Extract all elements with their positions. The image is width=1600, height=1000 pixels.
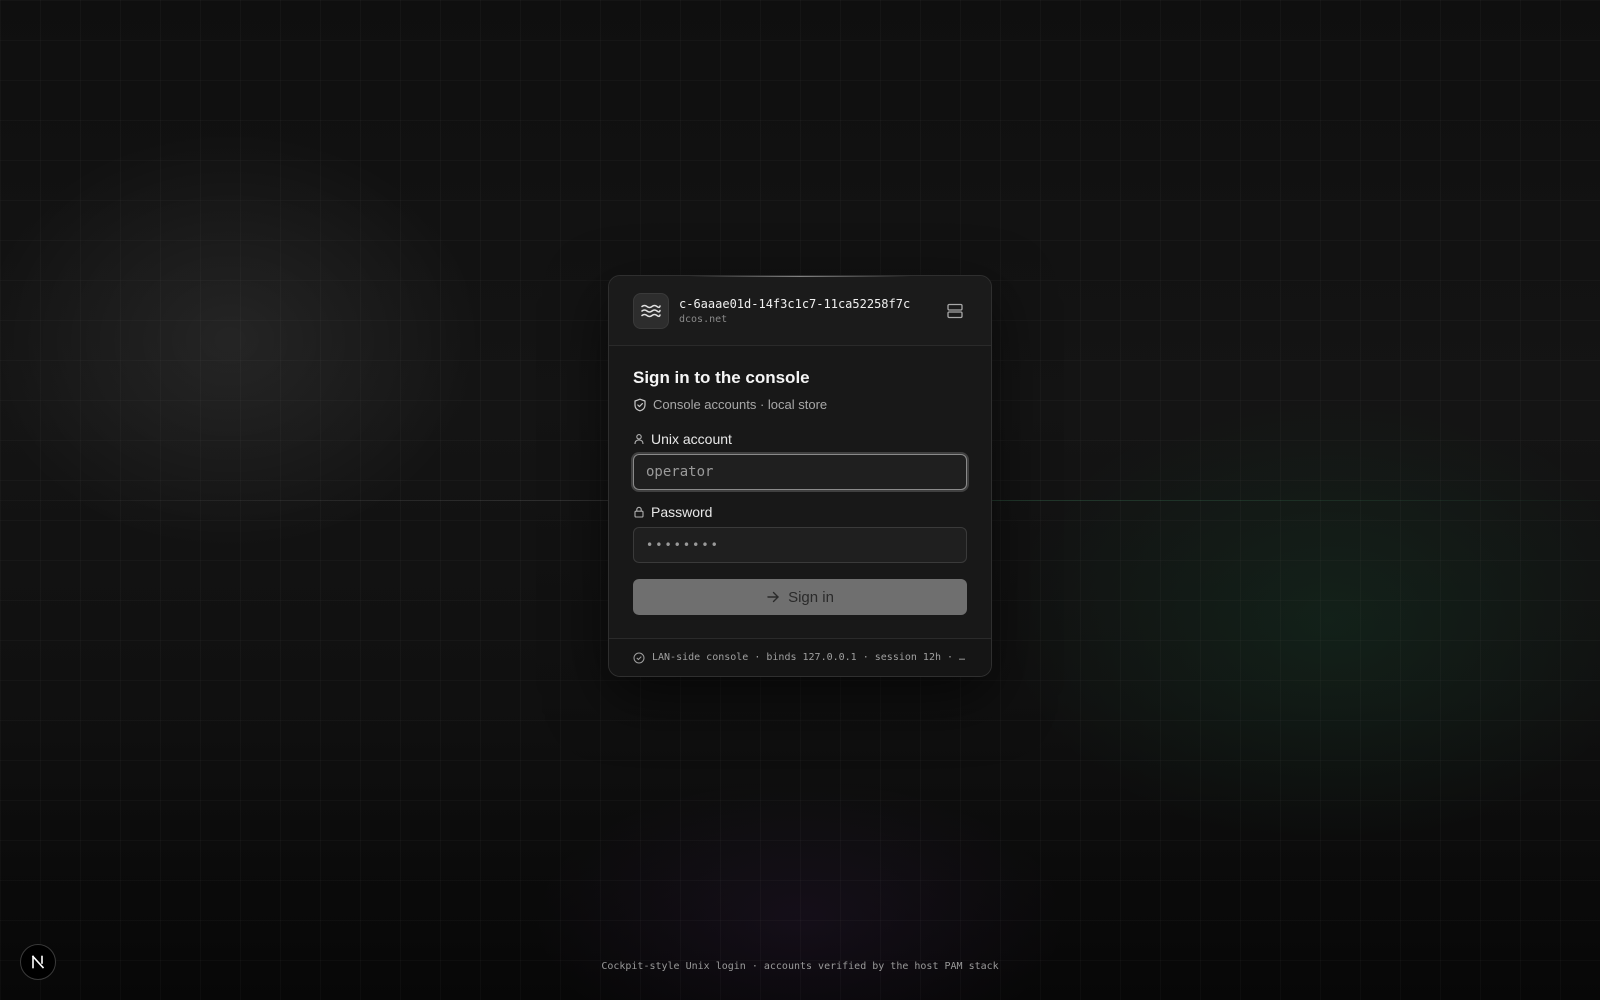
card-top-glow [689,276,911,277]
login-card: c-6aaae01d-14f3c1c7-11ca52258f7c dcos.ne… [608,275,992,677]
nextjs-badge[interactable] [20,944,56,980]
username-label: Unix account [633,431,967,447]
n-logo-icon [31,955,45,969]
card-body: Sign in to the console Console accounts … [609,346,991,615]
host-logo [633,292,669,329]
host-name: c-6aaae01d-14f3c1c7-11ca52258f7c [679,296,911,311]
page-footer: Cockpit-style Unix login · accounts veri… [601,961,999,972]
host-info: c-6aaae01d-14f3c1c7-11ca52258f7c dcos.ne… [679,297,935,325]
username-placeholder: operator [646,464,714,480]
card-footer-text: LAN-side console · binds 127.0.0.1 · ses… [652,652,967,663]
sign-in-button[interactable]: Sign in [633,579,967,615]
sign-in-label: Sign in [788,588,834,606]
lock-icon [634,506,644,518]
username-label-text: Unix account [651,431,732,447]
card-header: c-6aaae01d-14f3c1c7-11ca52258f7c dcos.ne… [609,276,991,346]
username-input[interactable]: operator [633,454,967,490]
password-label-text: Password [651,504,713,520]
server-button[interactable] [943,299,967,323]
auth-source-label: Console accounts · local store [653,397,828,412]
host-domain: dcos.net [679,313,728,325]
password-placeholder: •••••••• [646,538,720,552]
arrow-right-icon [767,591,779,603]
page-title: Sign in to the console [633,368,810,387]
password-input[interactable]: •••••••• [633,527,967,563]
shield-check-icon [634,398,646,411]
user-icon [634,434,644,445]
waves-icon [641,304,661,317]
auth-source: Console accounts · local store [633,397,967,412]
card-footer: LAN-side console · binds 127.0.0.1 · ses… [609,638,991,676]
password-label: Password [633,504,967,520]
server-icon [947,303,963,318]
check-circle-icon [633,652,645,663]
